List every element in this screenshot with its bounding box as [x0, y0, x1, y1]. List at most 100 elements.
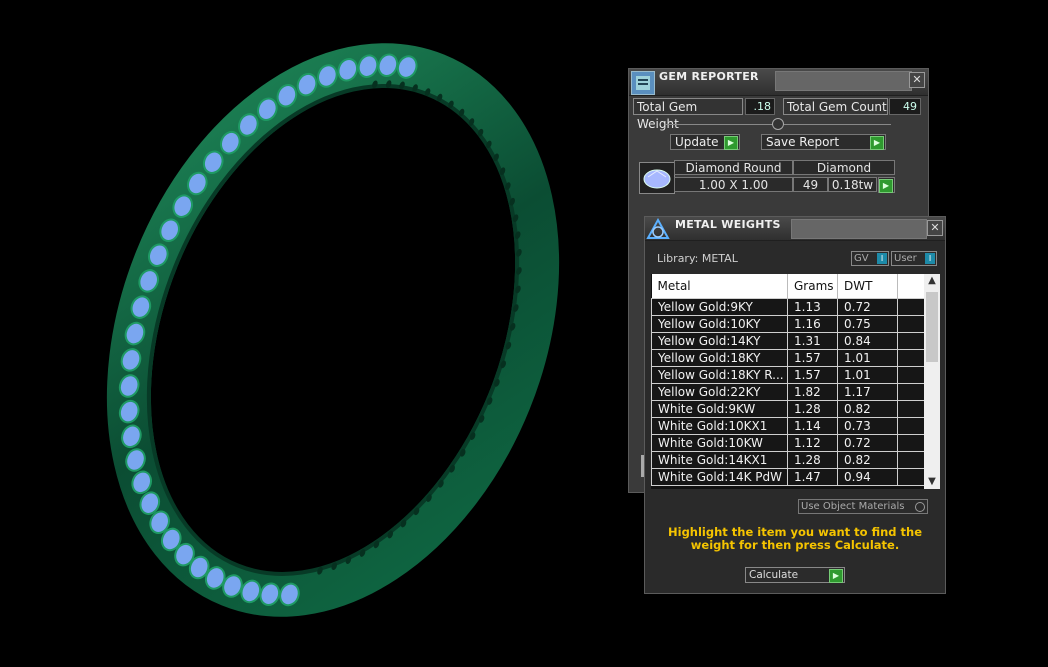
metal-weights-close-icon[interactable]: ✕ — [927, 220, 943, 236]
table-row[interactable]: Yellow Gold:18KY R... 1.57 1.01 — [651, 366, 925, 384]
table-row[interactable]: Yellow Gold:18KY 1.57 1.01 — [651, 349, 925, 367]
dwt-cell: 0.84 — [837, 332, 898, 350]
dwt-cell: 0.75 — [837, 315, 898, 333]
metal-cell: White Gold:14K PdW — [651, 468, 788, 486]
extra-cell — [897, 451, 925, 469]
grams-cell: 1.28 — [787, 400, 838, 418]
metal-weights-window: METAL WEIGHTS ✕ Library: METAL GV I User… — [644, 216, 946, 594]
table-row[interactable]: Yellow Gold:22KY 1.82 1.17 — [651, 383, 925, 401]
column-header-metal[interactable]: Metal — [651, 274, 788, 299]
gem-reporter-close-icon[interactable]: ✕ — [909, 72, 925, 88]
grams-cell: 1.14 — [787, 417, 838, 435]
extra-cell — [897, 298, 925, 316]
user-toggle[interactable]: User I — [891, 251, 937, 266]
table-row[interactable]: Yellow Gold:14KY 1.31 0.84 — [651, 332, 925, 350]
metal-table: Metal Grams DWT Yellow Gold:9KY 1.13 0.72 Y… — [651, 274, 940, 489]
gem-count: 49 — [793, 177, 828, 192]
table-row[interactable]: White Gold:10KW 1.12 0.72 — [651, 434, 925, 452]
titlebar-grip — [775, 71, 912, 91]
dwt-cell: 0.72 — [837, 434, 898, 452]
metal-cell: Yellow Gold:9KY — [651, 298, 788, 316]
metal-cell: White Gold:10KW — [651, 434, 788, 452]
gem-slider-knob[interactable] — [772, 118, 784, 130]
column-header-dwt[interactable]: DWT — [837, 274, 898, 299]
save-report-button-label: Save Report — [766, 135, 840, 149]
dwt-cell: 0.73 — [837, 417, 898, 435]
play-icon: ▶ — [829, 569, 843, 583]
total-gem-weight-label: Total Gem Weight — [633, 98, 743, 131]
toggle-indicator-icon: I — [877, 253, 887, 264]
grams-cell: 1.31 — [787, 332, 838, 350]
scroll-down-icon[interactable]: ▼ — [924, 475, 940, 489]
gem-row-go-button[interactable]: ▶ — [878, 177, 895, 193]
grams-cell: 1.12 — [787, 434, 838, 452]
use-object-materials-label: Use Object Materials — [801, 501, 905, 512]
extra-cell — [897, 468, 925, 486]
gem-reporter-logo-icon — [631, 71, 655, 95]
metal-cell: Yellow Gold:22KY — [651, 383, 788, 401]
dwt-cell: 0.82 — [837, 400, 898, 418]
grams-cell: 1.57 — [787, 366, 838, 384]
gem-weight: 0.18tw — [828, 177, 877, 192]
gv-toggle-label: GV — [854, 253, 869, 264]
extra-cell — [897, 366, 925, 384]
scroll-thumb[interactable] — [926, 292, 938, 362]
grams-cell: 1.16 — [787, 315, 838, 333]
metal-cell: Yellow Gold:10KY — [651, 315, 788, 333]
dwt-cell: 1.01 — [837, 366, 898, 384]
toggle-indicator-icon: I — [925, 253, 935, 264]
table-row[interactable]: White Gold:10KX1 1.14 0.73 — [651, 417, 925, 435]
table-row[interactable]: White Gold:14KX1 1.28 0.82 — [651, 451, 925, 469]
calculate-button[interactable]: Calculate ▶ — [745, 567, 845, 583]
ring-model — [106, 43, 560, 617]
total-gem-count-value: 49 — [889, 98, 921, 115]
scroll-up-icon[interactable]: ▲ — [924, 274, 940, 288]
total-gem-count-label: Total Gem Count — [783, 98, 888, 115]
table-row[interactable]: Yellow Gold:10KY 1.16 0.75 — [651, 315, 925, 333]
extra-cell — [897, 349, 925, 367]
gv-toggle[interactable]: GV I — [851, 251, 889, 266]
extra-cell — [897, 434, 925, 452]
table-row[interactable]: White Gold:14K PdW 1.47 0.94 — [651, 468, 925, 486]
metal-cell: Yellow Gold:14KY — [651, 332, 788, 350]
use-object-materials-option[interactable]: Use Object Materials — [798, 499, 928, 514]
column-header-extra — [897, 274, 925, 299]
metal-cell: White Gold:10KX1 — [651, 417, 788, 435]
play-icon: ▶ — [724, 136, 738, 150]
dwt-cell: 0.94 — [837, 468, 898, 486]
dwt-cell: 1.17 — [837, 383, 898, 401]
metal-cell: Yellow Gold:18KY R... — [651, 366, 788, 384]
gem-reporter-titlebar[interactable]: GEM REPORTER ✕ — [629, 69, 928, 96]
calculate-button-label: Calculate — [749, 569, 799, 581]
user-toggle-label: User — [894, 253, 917, 264]
metal-weights-titlebar[interactable]: METAL WEIGHTS ✕ — [645, 217, 945, 241]
table-row[interactable]: White Gold:9KW 1.28 0.82 — [651, 400, 925, 418]
dwt-cell: 0.82 — [837, 451, 898, 469]
extra-cell — [897, 400, 925, 418]
column-header-grams[interactable]: Grams — [787, 274, 838, 299]
table-scrollbar[interactable]: ▲ ▼ — [924, 274, 940, 489]
table-row[interactable]: Yellow Gold:9KY 1.13 0.72 — [651, 298, 925, 316]
instruction-text: Highlight the item you want to find the … — [668, 525, 922, 552]
extra-cell — [897, 383, 925, 401]
update-button[interactable]: Update ▶ — [670, 134, 740, 150]
grams-cell: 1.28 — [787, 451, 838, 469]
gem-name[interactable]: Diamond Round — [674, 160, 793, 175]
metal-cell: White Gold:9KW — [651, 400, 788, 418]
extra-cell — [897, 315, 925, 333]
play-icon: ▶ — [870, 136, 884, 150]
radio-icon — [915, 502, 925, 512]
gem-size: 1.00 X 1.00 — [674, 177, 793, 192]
3d-viewport[interactable] — [0, 0, 620, 664]
titlebar-grip — [791, 219, 927, 239]
table-header-row: Metal Grams DWT — [651, 274, 925, 299]
gem-material[interactable]: Diamond — [793, 160, 895, 175]
metal-weights-logo-icon — [646, 217, 670, 242]
library-label: Library: METAL — [657, 252, 738, 265]
save-report-button[interactable]: Save Report ▶ — [761, 134, 886, 150]
metal-cell: Yellow Gold:18KY — [651, 349, 788, 367]
metal-cell: White Gold:14KX1 — [651, 451, 788, 469]
diamond-round-icon[interactable] — [639, 162, 675, 194]
grams-cell: 1.13 — [787, 298, 838, 316]
grams-cell: 1.47 — [787, 468, 838, 486]
